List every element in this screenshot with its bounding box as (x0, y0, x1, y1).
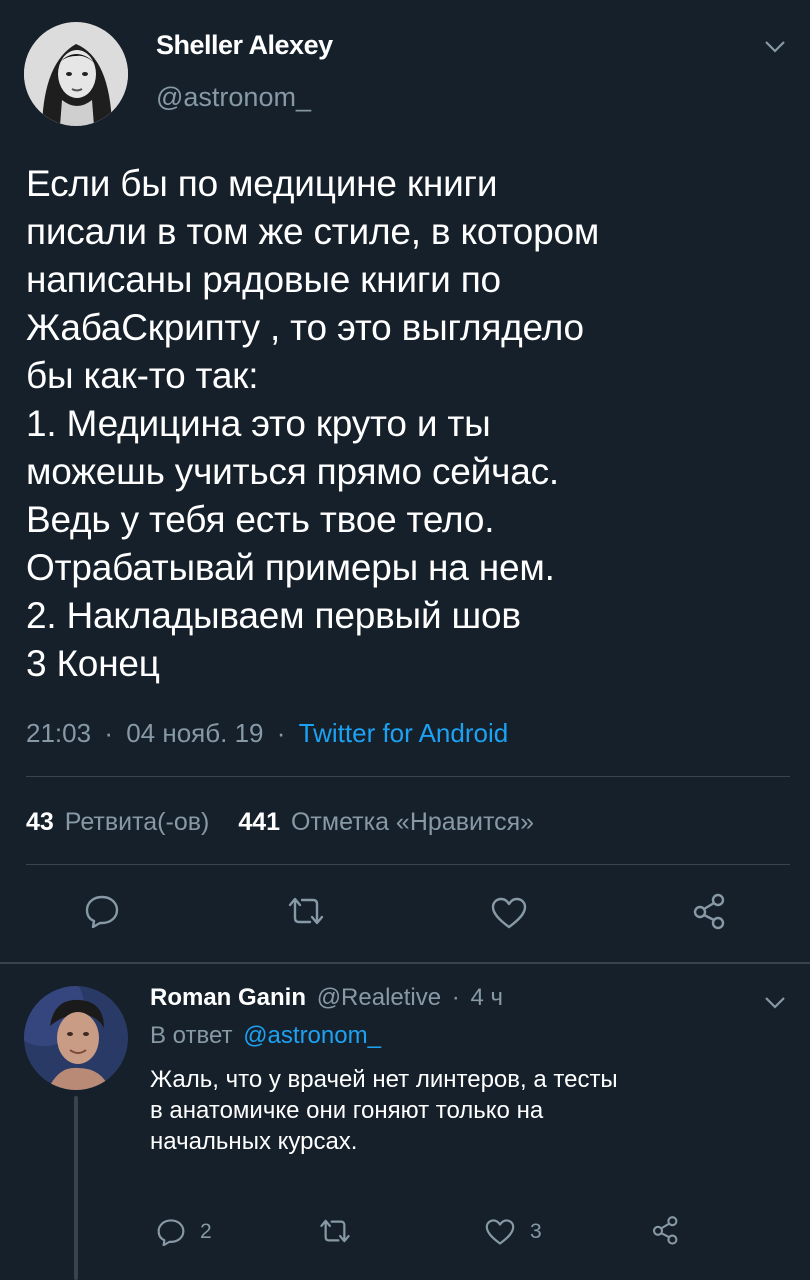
avatar-portrait-icon (24, 22, 128, 126)
reply-avatar-portrait-icon (24, 986, 128, 1090)
reply-author-handle[interactable]: @Realetive (317, 984, 441, 1011)
reply-icon[interactable] (84, 894, 120, 928)
meta-separator: · (104, 718, 113, 748)
reply-author-name[interactable]: Roman Ganin (150, 984, 306, 1011)
retweet-icon[interactable] (318, 1218, 352, 1244)
retweet-icon[interactable] (286, 896, 326, 926)
in-reply-handle[interactable]: @astronom_ (243, 1022, 381, 1049)
reply-reply-action[interactable]: 2 (156, 1216, 212, 1248)
likes-stat[interactable]: 441 Отметка «Нравится» (238, 808, 534, 836)
in-reply-prefix: В ответ (150, 1022, 233, 1049)
reply-icon (157, 1219, 185, 1246)
reply-like-action[interactable]: 3 (484, 1216, 542, 1248)
divider (26, 776, 790, 777)
retweets-count: 43 (26, 808, 54, 836)
like-heart-icon[interactable] (490, 896, 528, 930)
tweet-meta: 21:03 · 04 нояб. 19 · Twitter for Androi… (26, 718, 508, 749)
author-name[interactable]: Sheller Alexey (156, 30, 333, 61)
reply-count: 2 (200, 1220, 212, 1243)
likes-count: 441 (238, 808, 281, 836)
chevron-down-icon[interactable] (764, 40, 786, 54)
reply-author-avatar[interactable] (24, 986, 128, 1090)
tweet-time: 21:03 (26, 718, 92, 748)
tweet-source-link[interactable]: Twitter for Android (299, 718, 509, 748)
meta-separator: · (276, 718, 286, 748)
like-heart-icon (485, 1219, 515, 1245)
share-icon[interactable] (650, 1214, 682, 1246)
thread-connector-line (74, 1096, 78, 1280)
section-divider (0, 962, 810, 964)
reply-age: 4 ч (470, 984, 503, 1011)
share-icon[interactable] (690, 892, 730, 930)
chevron-down-icon[interactable] (764, 996, 786, 1010)
like-count: 3 (530, 1220, 542, 1243)
likes-label: Отметка «Нравится» (290, 808, 535, 836)
retweets-label: Ретвита(-ов) (64, 808, 210, 836)
meta-separator: · (451, 984, 460, 1011)
reply-header: Roman Ganin @Realetive · 4 ч (150, 984, 503, 1012)
tweet-text: Если бы по медицине книги писали в том ж… (26, 163, 600, 684)
reply-text: Жаль, что у врачей нет линтеров, а тесты… (150, 1066, 618, 1155)
author-avatar[interactable] (24, 22, 128, 126)
tweet-date: 04 нояб. 19 (126, 718, 264, 748)
retweets-stat[interactable]: 43 Ретвита(-ов) (26, 808, 216, 836)
divider (26, 864, 790, 865)
author-handle[interactable]: @astronom_ (156, 82, 311, 113)
in-reply-to: В ответ @astronom_ (150, 1022, 381, 1050)
tweet-stats: 43 Ретвита(-ов) 441 Отметка «Нравится» (26, 808, 534, 837)
